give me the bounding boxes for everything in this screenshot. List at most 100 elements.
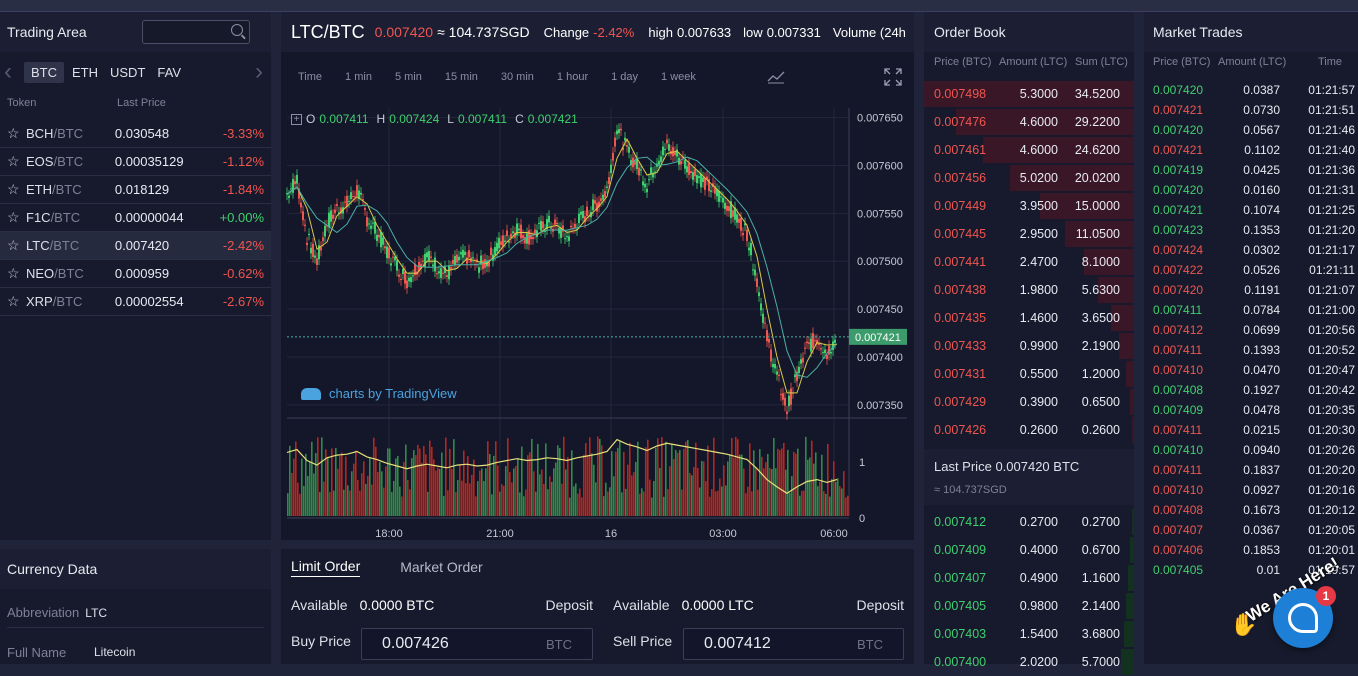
candle-body <box>774 364 776 369</box>
fullscreen-icon[interactable] <box>884 68 902 86</box>
tab-fav[interactable]: FAV <box>157 65 181 80</box>
star-icon[interactable]: ☆ <box>7 293 21 310</box>
tf-1min[interactable]: 1 min <box>345 71 372 83</box>
volume-bar <box>803 490 805 516</box>
asks-row[interactable]: 0.007433 0.9900 2.1900 <box>924 332 1134 360</box>
tab-market-order[interactable]: Market Order <box>400 559 482 575</box>
buy-deposit-link[interactable]: Deposit <box>546 597 593 613</box>
candle-body <box>316 258 318 265</box>
tf-1day[interactable]: 1 day <box>611 71 638 83</box>
volume-bar <box>551 481 553 516</box>
asks-row[interactable]: 0.007461 4.6000 24.6200 <box>924 136 1134 164</box>
star-icon[interactable]: ☆ <box>7 209 21 226</box>
token-search-input[interactable] <box>142 20 250 44</box>
order-form-panel: Limit Order Market Order Available 0.000… <box>281 549 914 664</box>
tab-usdt[interactable]: USDT <box>110 65 145 80</box>
ob-amount: 0.5500 <box>1019 367 1058 381</box>
trade-price: 0.007420 <box>1153 283 1204 297</box>
volume-bar <box>415 455 417 516</box>
bids-row[interactable]: 0.007403 1.5400 3.6800 <box>924 620 1134 648</box>
star-icon[interactable]: ☆ <box>7 153 21 170</box>
sell-deposit-link[interactable]: Deposit <box>857 597 904 613</box>
tf-1hour[interactable]: 1 hour <box>557 71 588 83</box>
candle-body <box>310 247 312 254</box>
candle-body <box>502 235 504 247</box>
tradingview-watermark[interactable]: charts by TradingView <box>301 386 457 401</box>
candle-body <box>680 161 682 165</box>
token-row-f1c[interactable]: ☆ F1C/BTC 0.00000044 +0.00% <box>0 204 271 232</box>
asks-row[interactable]: 0.007498 5.3000 34.5200 <box>924 80 1134 108</box>
bids-row[interactable]: 0.007405 0.9800 2.1400 <box>924 592 1134 620</box>
star-icon[interactable]: ☆ <box>7 125 21 142</box>
asks-row[interactable]: 0.007431 0.5500 1.2000 <box>924 360 1134 388</box>
chat-widget[interactable]: We Are Here! ✋ 1 <box>1228 553 1358 664</box>
token-row-ltc[interactable]: ☆ LTC/BTC 0.007420 -2.42% <box>0 232 271 260</box>
bids-row[interactable]: 0.007400 2.0200 5.7000 <box>924 648 1134 676</box>
volume-bar <box>783 442 785 516</box>
volume-bar <box>659 467 661 516</box>
volume-bar <box>713 437 715 516</box>
candle-body <box>452 259 454 264</box>
star-icon[interactable]: ☆ <box>7 237 21 254</box>
token-row-neo[interactable]: ☆ NEO/BTC 0.000959 -0.62% <box>0 260 271 288</box>
star-icon[interactable]: ☆ <box>7 181 21 198</box>
token-row-xrp[interactable]: ☆ XRP/BTC 0.00002554 -2.67% <box>0 288 271 316</box>
volume-bar <box>515 465 517 516</box>
ob-sum: 34.5200 <box>1074 87 1120 101</box>
asks-row[interactable]: 0.007438 1.9800 5.6300 <box>924 276 1134 304</box>
asks-row[interactable]: 0.007445 2.9500 11.0500 <box>924 220 1134 248</box>
candle-body <box>398 274 400 277</box>
tabs-next-chevron-icon[interactable]: › <box>255 58 263 86</box>
tab-eth[interactable]: ETH <box>72 65 98 80</box>
star-icon[interactable]: ☆ <box>7 265 21 282</box>
volume-bar <box>699 487 701 516</box>
sell-price-input[interactable]: 0.007412 BTC <box>683 628 904 660</box>
tf-5min[interactable]: 5 min <box>395 71 422 83</box>
asks-row[interactable]: 0.007449 3.9500 15.0000 <box>924 192 1134 220</box>
token-row-eos[interactable]: ☆ EOS/BTC 0.00035129 -1.12% <box>0 148 271 176</box>
candle-body <box>382 237 384 245</box>
asks-row[interactable]: 0.007435 1.4600 3.6500 <box>924 304 1134 332</box>
asks-row[interactable]: 0.007441 2.4700 8.1000 <box>924 248 1134 276</box>
asks-row[interactable]: 0.007429 0.3900 0.6500 <box>924 388 1134 416</box>
token-row-eth[interactable]: ☆ ETH/BTC 0.018129 -1.84% <box>0 176 271 204</box>
bids-row[interactable]: 0.007409 0.4000 0.6700 <box>924 536 1134 564</box>
bids-row[interactable]: 0.007407 0.4900 1.1600 <box>924 564 1134 592</box>
volume-bar <box>583 454 585 516</box>
token-name-cell: ☆ ETH/BTC <box>7 181 115 198</box>
depth-bar <box>1125 361 1134 387</box>
tab-btc[interactable]: BTC <box>24 61 64 83</box>
token-row-bch[interactable]: ☆ BCH/BTC 0.030548 -3.33% <box>0 120 271 148</box>
asks-row[interactable]: 0.007476 4.6000 29.2200 <box>924 108 1134 136</box>
volume-bar <box>301 458 303 516</box>
price-chart[interactable]: 0.007650 0.007600 0.007550 0.007500 0.007450… <box>281 102 914 540</box>
candle-body <box>822 352 824 354</box>
volume-bar <box>671 443 673 516</box>
volume-bar <box>531 438 533 516</box>
volume-bar <box>683 448 685 516</box>
trade-price: 0.007410 <box>1153 363 1204 377</box>
bids-row[interactable]: 0.007412 0.2700 0.2700 <box>924 508 1134 536</box>
candle-body <box>408 277 410 282</box>
asks-row[interactable]: 0.007426 0.2600 0.2600 <box>924 416 1134 444</box>
trade-price: 0.007407 <box>1153 523 1204 537</box>
asks-row[interactable]: 0.007456 5.0200 20.0200 <box>924 164 1134 192</box>
tf-15min[interactable]: 15 min <box>445 71 478 83</box>
legend-toggle-icon[interactable]: + <box>291 113 302 125</box>
volume-bar <box>655 447 657 516</box>
tab-limit-order[interactable]: Limit Order <box>291 558 361 577</box>
candle-body <box>512 231 514 234</box>
ob-sum: 3.6500 <box>1081 311 1120 325</box>
indicators-icon[interactable] <box>767 70 785 84</box>
volume-bar <box>529 452 531 516</box>
tf-time[interactable]: Time <box>298 71 322 83</box>
volume-bar <box>777 448 779 516</box>
volume-bar <box>295 441 297 516</box>
tabs-prev-chevron-icon[interactable]: ‹ <box>4 58 24 86</box>
candle-body <box>724 202 726 209</box>
buy-price-input[interactable]: 0.007426 BTC <box>361 628 593 660</box>
volume-bar <box>727 461 729 516</box>
tf-1week[interactable]: 1 week <box>661 71 696 83</box>
x-tick-label: 03:00 <box>709 528 737 540</box>
tf-30min[interactable]: 30 min <box>501 71 534 83</box>
